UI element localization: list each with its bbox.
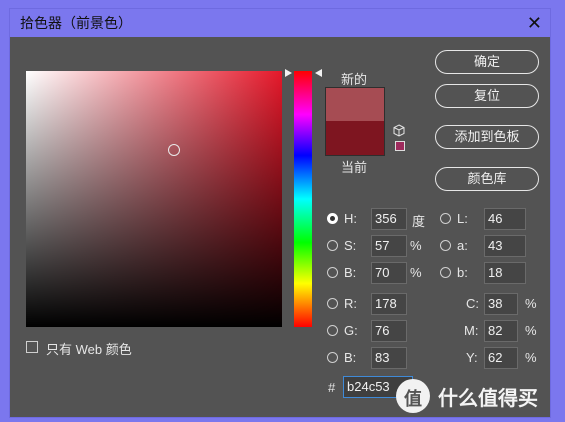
hue-label: H: — [344, 211, 357, 226]
close-icon[interactable]: ✕ — [527, 9, 542, 37]
hue-slider-left-arrow-icon[interactable] — [285, 69, 292, 77]
red-label: R: — [344, 296, 357, 311]
brightness-radio[interactable] — [327, 267, 338, 278]
hue-slider-right-arrow-icon[interactable] — [315, 69, 322, 77]
blue-input[interactable]: 83 — [371, 347, 407, 369]
cyan-unit: % — [525, 296, 537, 311]
color-libraries-button[interactable]: 颜色库 — [435, 167, 539, 191]
add-to-swatches-button[interactable]: 添加到色板 — [435, 125, 539, 149]
blue-radio[interactable] — [327, 352, 338, 363]
watermark-text: 什么值得买 — [438, 388, 538, 410]
hue-input[interactable]: 356 — [371, 208, 407, 230]
watermark-glyph: 值 — [404, 389, 422, 409]
lab-a-input[interactable]: 43 — [484, 235, 526, 257]
brightness-label: B: — [344, 265, 357, 280]
lab-l-label: L: — [457, 211, 468, 226]
yellow-label: Y: — [466, 350, 478, 365]
cyan-label: C: — [466, 296, 479, 311]
lab-l-radio[interactable] — [440, 213, 451, 224]
hue-radio[interactable] — [327, 213, 338, 224]
red-radio[interactable] — [327, 298, 338, 309]
hex-label: # — [328, 380, 336, 395]
ok-button[interactable]: 确定 — [435, 50, 539, 74]
cube-icon[interactable] — [392, 124, 406, 138]
saturation-label: S: — [344, 238, 357, 253]
lab-a-radio[interactable] — [440, 240, 451, 251]
new-color-label: 新的 — [341, 72, 368, 87]
current-color-swatch[interactable] — [326, 121, 384, 155]
magenta-input[interactable]: 82 — [484, 320, 518, 342]
lab-b-radio[interactable] — [440, 267, 451, 278]
title-bar: 拾色器（前景色） ✕ — [10, 9, 550, 37]
color-picker-dialog: 拾色器（前景色） ✕ 新的 当前 确定 复位 添加到色板 颜色库 H: 356 … — [9, 8, 551, 418]
lab-b-input[interactable]: 18 — [484, 262, 526, 284]
saturation-input[interactable]: 57 — [371, 235, 407, 257]
saturation-radio[interactable] — [327, 240, 338, 251]
hue-slider[interactable] — [294, 71, 312, 327]
cyan-input[interactable]: 38 — [484, 293, 518, 315]
yellow-input[interactable]: 62 — [484, 347, 518, 369]
brightness-input[interactable]: 70 — [371, 262, 407, 284]
new-color-swatch — [326, 88, 384, 121]
green-input[interactable]: 76 — [371, 320, 407, 342]
lab-b-label: b: — [457, 265, 468, 280]
watermark-logo-icon: 值 — [396, 379, 430, 413]
lab-a-label: a: — [457, 238, 468, 253]
red-input[interactable]: 178 — [371, 293, 407, 315]
brightness-unit: % — [410, 265, 422, 280]
web-only-checkbox[interactable] — [26, 341, 38, 353]
green-label: G: — [344, 323, 358, 338]
hue-unit: 度 — [412, 214, 426, 229]
magenta-unit: % — [525, 323, 537, 338]
current-color-label: 当前 — [341, 160, 368, 175]
yellow-unit: % — [525, 350, 537, 365]
saturation-unit: % — [410, 238, 422, 253]
web-only-label: 只有 Web 颜色 — [46, 342, 132, 357]
window-title: 拾色器（前景色） — [20, 15, 132, 31]
magenta-label: M: — [464, 323, 479, 338]
reset-button[interactable]: 复位 — [435, 84, 539, 108]
lab-l-input[interactable]: 46 — [484, 208, 526, 230]
green-radio[interactable] — [327, 325, 338, 336]
web-safe-color-swatch[interactable] — [395, 141, 405, 151]
color-field[interactable] — [26, 71, 282, 327]
color-picker-circle-icon[interactable] — [168, 144, 180, 156]
blue-label: B: — [344, 350, 357, 365]
